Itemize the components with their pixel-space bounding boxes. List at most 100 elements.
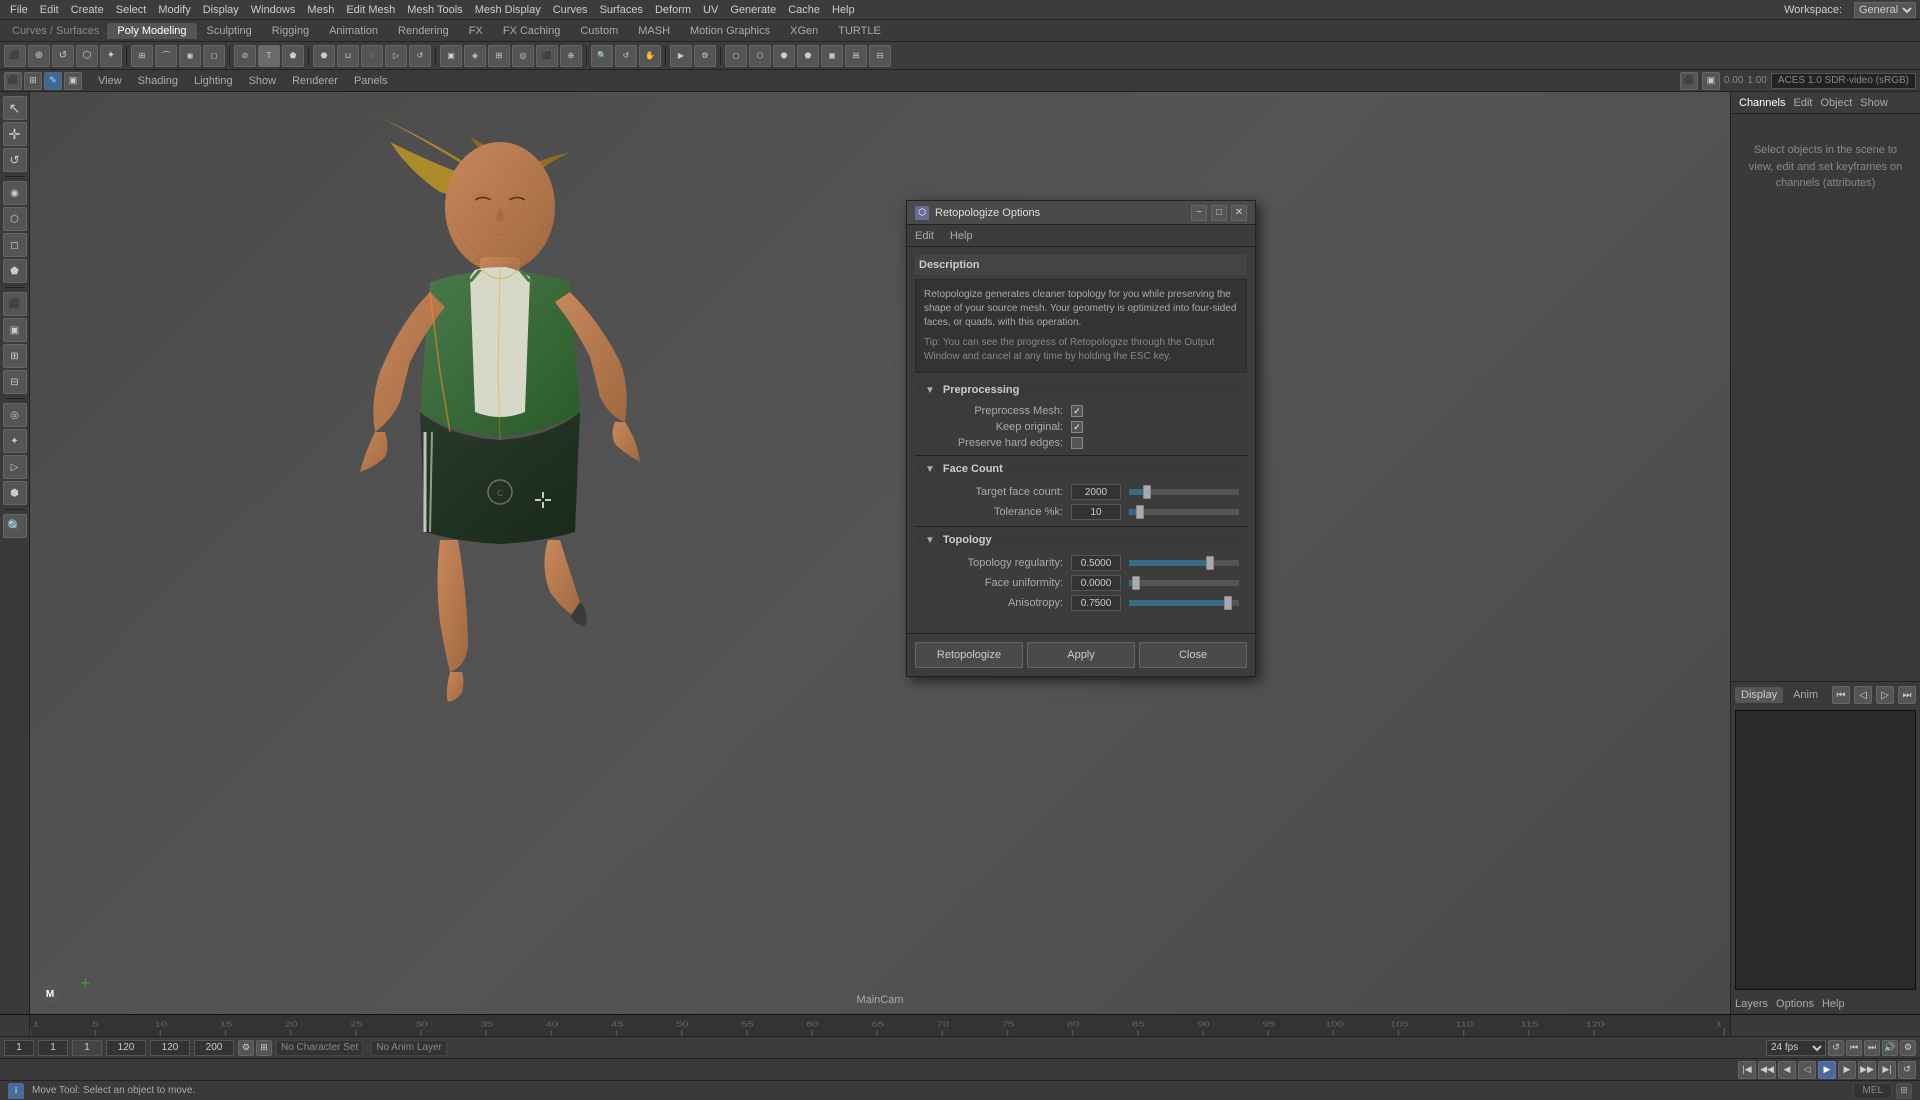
pb-icon-1[interactable]: ⚙ — [238, 1040, 254, 1056]
vp-icon-3[interactable]: ✎ — [44, 72, 62, 90]
menu-cache[interactable]: Cache — [782, 4, 826, 16]
tool-camera-pan[interactable]: ✋ — [639, 45, 661, 67]
timeline-ruler[interactable]: 1 5 10 15 20 25 30 35 40 45 50 — [0, 1014, 1920, 1036]
tool-comet[interactable]: T — [258, 45, 280, 67]
dialog-menu-edit[interactable]: Edit — [915, 230, 934, 242]
menu-generate[interactable]: Generate — [724, 4, 782, 16]
tab-motion-graphics[interactable]: Motion Graphics — [680, 23, 780, 39]
tool-bend[interactable]: ⊟ — [3, 370, 27, 394]
tool-rotate-btn[interactable]: ↺ — [3, 148, 27, 172]
tool-snap-grid[interactable]: ⊞ — [131, 45, 153, 67]
pb-icon-2[interactable]: ⊞ — [256, 1040, 272, 1056]
tool-transform[interactable]: ⊕ — [28, 45, 50, 67]
view-menu[interactable]: View — [94, 75, 126, 87]
dialog-maximize[interactable]: □ — [1211, 205, 1227, 221]
end-frame-input[interactable] — [106, 1040, 146, 1056]
topology-regularity-input[interactable] — [1071, 555, 1121, 571]
pb-next[interactable]: ▷ — [1876, 686, 1894, 704]
panels-menu[interactable]: Panels — [350, 75, 392, 87]
dialog-titlebar[interactable]: ⬡ Retopologize Options − □ ✕ — [907, 201, 1255, 225]
target-face-count-input[interactable] — [1071, 484, 1121, 500]
tool-paint-sel[interactable]: ⬛ — [3, 292, 27, 316]
tab-animation[interactable]: Animation — [319, 23, 388, 39]
transport-icon-3[interactable]: ⏭ — [1864, 1040, 1880, 1056]
tool-lasso[interactable]: ◌ — [361, 45, 383, 67]
tab-fx[interactable]: FX — [459, 23, 493, 39]
vp-icon-4[interactable]: ▣ — [64, 72, 82, 90]
dialog-close[interactable]: ✕ — [1231, 205, 1247, 221]
anisotropy-input[interactable] — [1071, 595, 1121, 611]
face-uniformity-slider[interactable] — [1129, 580, 1239, 586]
tool-snap-point[interactable]: ◉ — [179, 45, 201, 67]
section-topology[interactable]: ▼ Topology — [915, 531, 1247, 549]
tool-shelf-3[interactable]: ⬣ — [773, 45, 795, 67]
section-face-count[interactable]: ▼ Face Count — [915, 460, 1247, 478]
tool-fill[interactable]: ⬛ — [536, 45, 558, 67]
transport-icon-2[interactable]: ⏮ — [1846, 1040, 1862, 1056]
tool-paint[interactable]: ▷ — [385, 45, 407, 67]
tool-extrude[interactable]: ▣ — [440, 45, 462, 67]
range-end-input[interactable] — [150, 1040, 190, 1056]
tab-xgen[interactable]: XGen — [780, 23, 828, 39]
tab-sculpting[interactable]: Sculpting — [197, 23, 262, 39]
tool-snap-curve[interactable]: ⌒ — [155, 45, 177, 67]
shading-menu[interactable]: Shading — [134, 75, 182, 87]
dialog-menu-help[interactable]: Help — [950, 230, 973, 242]
tool-shelf-7[interactable]: ⊟ — [869, 45, 891, 67]
tool-select-hierarchy[interactable]: ⊔ — [337, 45, 359, 67]
tab-mash[interactable]: MASH — [628, 23, 680, 39]
tr-loop[interactable]: ↺ — [1898, 1061, 1916, 1079]
tool-shelf-1[interactable]: ◻ — [725, 45, 747, 67]
help-btn[interactable]: Help — [1822, 998, 1845, 1010]
tool-search[interactable]: 🔍 — [3, 514, 27, 538]
retopologize-dialog[interactable]: ⬡ Retopologize Options − □ ✕ Edit Help — [906, 200, 1256, 677]
apply-button[interactable]: Apply — [1027, 642, 1135, 668]
tool-shelf-2[interactable]: ⬡ — [749, 45, 771, 67]
tool-scale[interactable]: ⬡ — [76, 45, 98, 67]
tool-arrow[interactable]: ↖ — [3, 96, 27, 120]
fps-select[interactable]: 24 fps 30 fps — [1766, 1040, 1826, 1056]
tool-camera-zoom[interactable]: 🔍 — [591, 45, 613, 67]
tab-fx-caching[interactable]: FX Caching — [493, 23, 570, 39]
tool-render-preview[interactable]: ▶ — [670, 45, 692, 67]
close-button[interactable]: Close — [1139, 642, 1247, 668]
tool-rotate[interactable]: ↺ — [52, 45, 74, 67]
tool-poly-edge[interactable]: ⬡ — [3, 207, 27, 231]
tool-display[interactable]: ⬟ — [282, 45, 304, 67]
tool-lattice[interactable]: ⊞ — [3, 344, 27, 368]
tool-loop[interactable]: ↺ — [409, 45, 431, 67]
tool-snap-view[interactable]: ◻ — [203, 45, 225, 67]
tool-select[interactable]: ⬛ — [4, 45, 26, 67]
tab-rigging[interactable]: Rigging — [262, 23, 319, 39]
transport-icon-5[interactable]: ⚙ — [1900, 1040, 1916, 1056]
menu-windows[interactable]: Windows — [245, 4, 302, 16]
tr-next-key[interactable]: ▶▶ — [1858, 1061, 1876, 1079]
menu-deform[interactable]: Deform — [649, 4, 697, 16]
pb-start[interactable]: ⏮ — [1832, 686, 1850, 704]
preprocess-mesh-checkbox[interactable] — [1071, 405, 1083, 417]
menu-edit-mesh[interactable]: Edit Mesh — [340, 4, 401, 16]
tr-play-back[interactable]: ◁ — [1798, 1061, 1816, 1079]
tool-render-settings[interactable]: ⚙ — [694, 45, 716, 67]
tool-bridge[interactable]: ⊞ — [488, 45, 510, 67]
tool-history[interactable]: ⊘ — [234, 45, 256, 67]
edit-tab[interactable]: Edit — [1793, 97, 1812, 109]
object-tab[interactable]: Object — [1820, 97, 1852, 109]
tab-turtle[interactable]: TURTLE — [828, 23, 891, 39]
vp-right-icon-1[interactable]: ⬛ — [1680, 72, 1698, 90]
menu-uv[interactable]: UV — [697, 4, 724, 16]
workspace-select[interactable]: General — [1854, 2, 1916, 18]
status-mel-mode[interactable]: MEL — [1853, 1083, 1892, 1099]
tab-poly-modeling[interactable]: Poly Modeling — [107, 23, 196, 39]
tool-snap-d[interactable]: ⬢ — [3, 481, 27, 505]
transport-icon-1[interactable]: ↺ — [1828, 1040, 1844, 1056]
face-uniformity-input[interactable] — [1071, 575, 1121, 591]
timeline-ticks-area[interactable]: 1 5 10 15 20 25 30 35 40 45 50 — [30, 1015, 1730, 1036]
tool-snap-a[interactable]: ◎ — [3, 403, 27, 427]
target-face-count-slider[interactable] — [1129, 489, 1239, 495]
menu-help[interactable]: Help — [826, 4, 861, 16]
tool-select-by-type[interactable]: ⬣ — [313, 45, 335, 67]
menu-create[interactable]: Create — [65, 4, 110, 16]
tool-poly-uvs[interactable]: ⬟ — [3, 259, 27, 283]
tool-shelf-6[interactable]: ⊞ — [845, 45, 867, 67]
